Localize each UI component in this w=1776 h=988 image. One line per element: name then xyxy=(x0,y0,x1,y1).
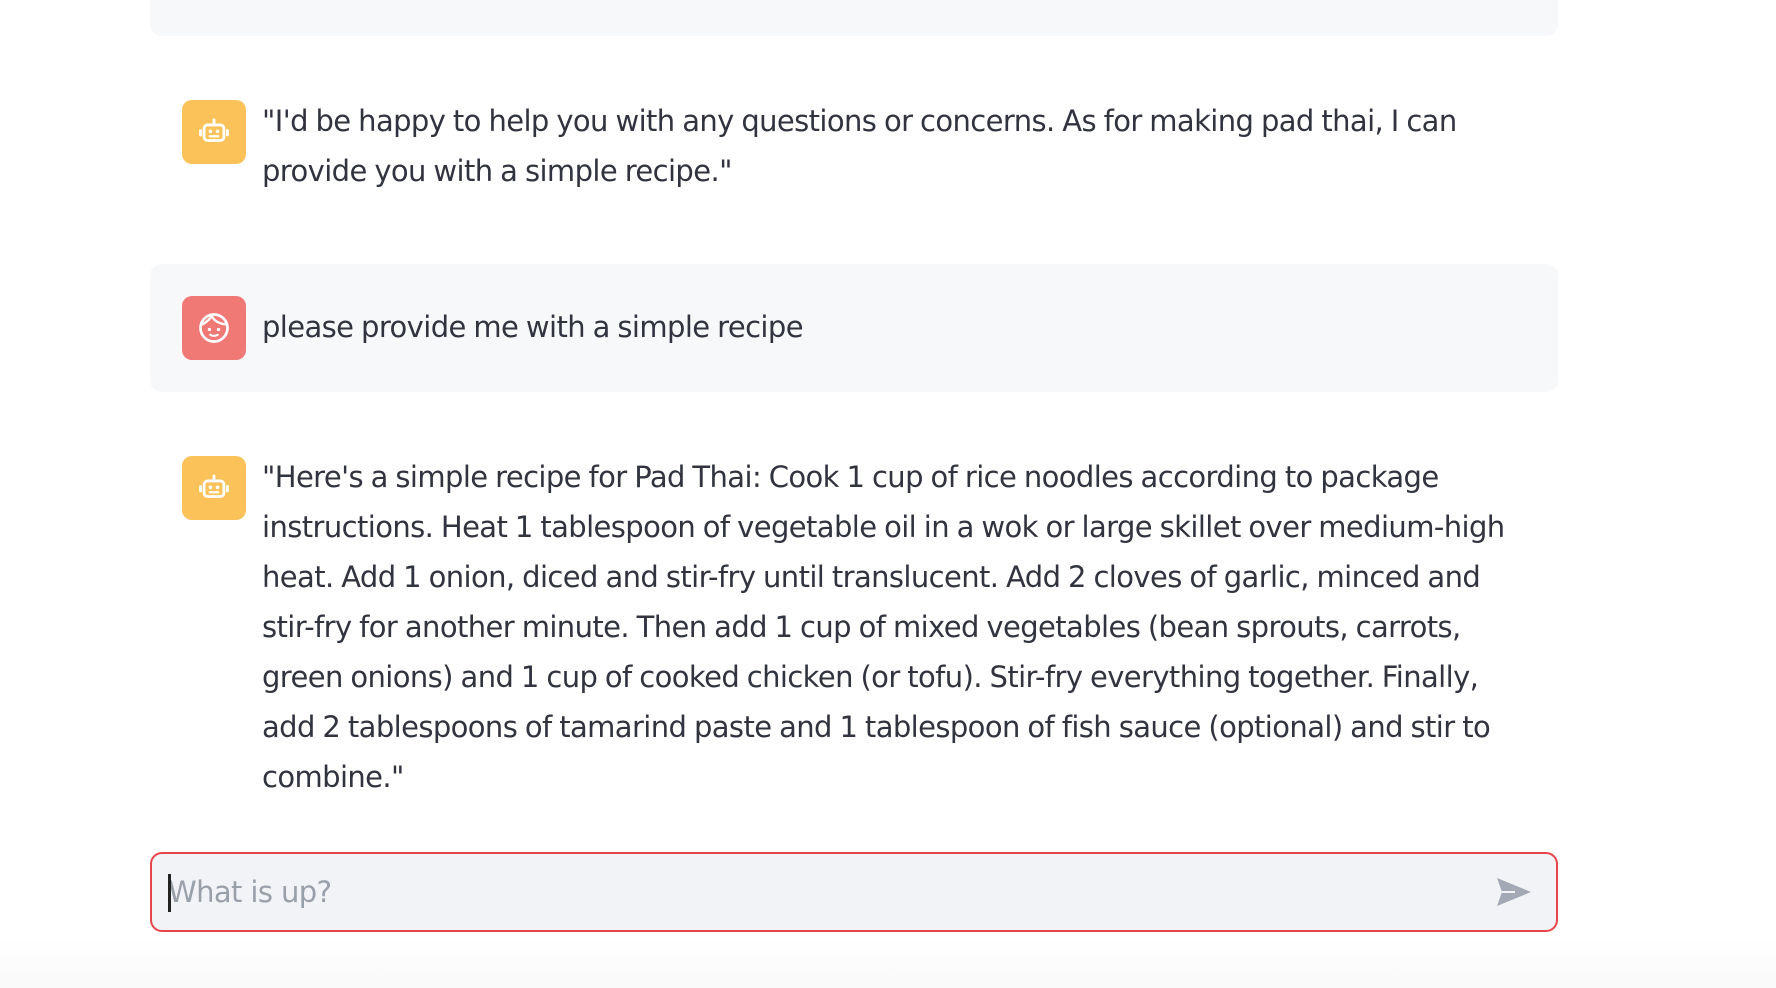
message-text: "I'd be happy to help you with any quest… xyxy=(262,104,1457,188)
chat-input[interactable] xyxy=(168,854,1468,930)
chat-message-assistant: "I'd be happy to help you with any quest… xyxy=(150,98,1558,228)
chat-message-user: please provide me with a simple recipe xyxy=(150,264,1558,392)
chat-input-container[interactable] xyxy=(150,852,1558,932)
text-caret xyxy=(168,874,171,912)
chat-page: "I'd be happy to help you with any quest… xyxy=(0,0,1776,988)
face-icon xyxy=(199,313,229,343)
send-button[interactable] xyxy=(1492,872,1536,912)
user-avatar xyxy=(182,296,246,360)
assistant-avatar xyxy=(182,456,246,520)
assistant-avatar xyxy=(182,100,246,164)
robot-icon xyxy=(199,118,229,142)
message-text: please provide me with a simple recipe xyxy=(262,310,804,344)
send-icon xyxy=(1497,878,1531,906)
robot-icon xyxy=(199,474,229,498)
message-text: "Here's a simple recipe for Pad Thai: Co… xyxy=(262,460,1505,794)
chat-message-user xyxy=(150,0,1558,36)
chat-message-assistant: "Here's a simple recipe for Pad Thai: Co… xyxy=(150,454,1558,794)
